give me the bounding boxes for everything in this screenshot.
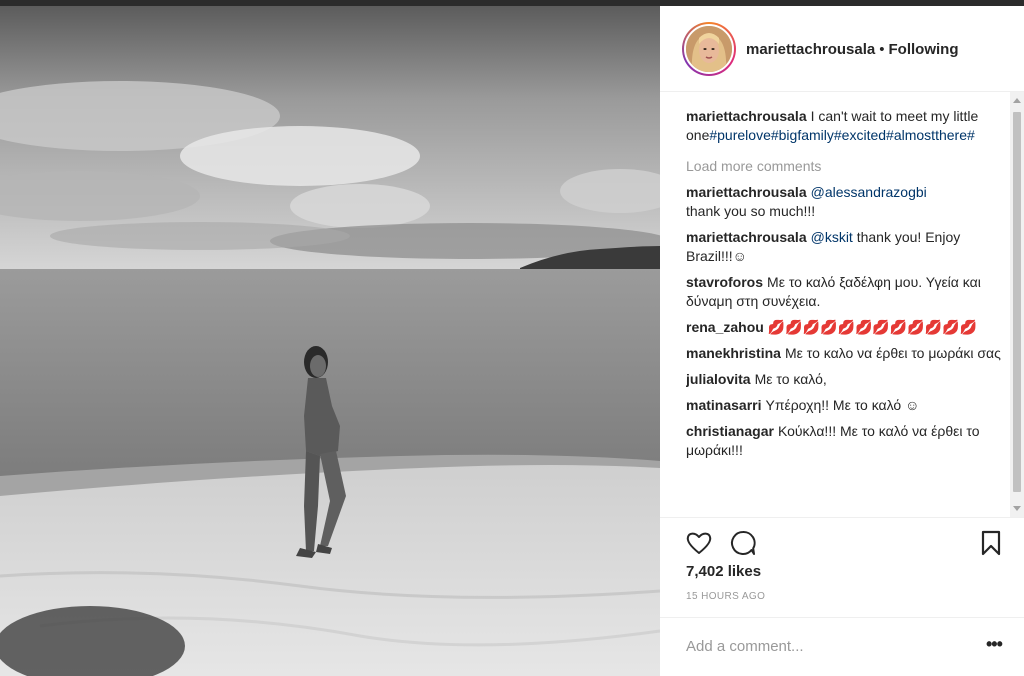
header-separator: • [879,41,885,58]
comment-item: mariettachrousala @alessandrazogbi thank y… [686,183,1006,221]
comment-text: Με το καλο να έρθει το μωράκι σας [784,345,1001,361]
hashtag-link[interactable]: # [967,127,975,143]
scrollbar-thumb[interactable] [1013,112,1021,492]
likes-count[interactable]: 7,402 likes [686,563,761,580]
post-timestamp[interactable]: 15 HOURS AGO [686,591,765,602]
header-username-line: mariettachrousala • Following [746,41,958,58]
avatar-image [684,24,734,74]
comment-username[interactable]: stavroforos [686,274,763,290]
comment-text: thank you so much!!! [686,203,816,219]
comments-scrollbar[interactable] [1010,92,1024,517]
comment-item: christianagar Κούκλα!!! Με το καλό να έρθ… [686,422,1006,460]
post-photo[interactable] [0,6,660,676]
post-actions-bar [660,517,1024,567]
hashtag-link[interactable]: #almostthere [886,127,967,143]
more-options-icon[interactable]: ••• [986,634,1006,658]
comment-username[interactable]: matinasarri [686,397,761,413]
save-button[interactable] [976,528,1006,558]
comment-item: manekhristina Με το καλο να έρθει το μωρά… [686,344,1006,363]
comment-username[interactable]: mariettachrousala [686,184,807,200]
hashtag-link[interactable]: #bigfamily [771,127,834,143]
beach-photo-image [0,6,660,676]
comment-username[interactable]: christianagar [686,423,774,439]
comment-item: stavroforos Με το καλό ξαδέλφη μου. Υγεία… [686,273,1006,311]
comment-username[interactable]: manekhristina [686,345,781,361]
load-more-comments-button[interactable]: Load more comments [686,157,1006,176]
add-comment-section: ••• [660,617,1024,676]
bookmark-icon [981,530,1001,556]
comment-text: Υπέροχη!! Με το καλό ☺ [765,397,920,413]
comment-text: Με το καλό, [754,371,827,387]
comment-item: mariettachrousala @kskit thank you! Enjoy… [686,228,1006,266]
following-button[interactable]: Following [889,41,959,58]
speech-bubble-icon [731,531,756,555]
comment-button[interactable] [728,528,758,558]
comment-item: matinasarri Υπέροχη!! Με το καλό ☺ [686,396,1006,415]
comment-username[interactable]: julialovita [686,371,751,387]
comments-list: mariettachrousala I can't wait to meet my… [686,107,1006,515]
post-header: mariettachrousala • Following [660,6,1024,92]
post-author-username[interactable]: mariettachrousala [746,41,875,58]
scroll-up-arrow-icon[interactable] [1013,98,1021,103]
comment-item: rena_zahou 💋💋💋💋💋💋💋💋💋💋💋💋 [686,318,1006,337]
comment-mention[interactable]: @kskit [811,229,853,245]
comment-mention[interactable]: @alessandrazogbi [811,184,927,200]
like-button[interactable] [684,528,714,558]
avatar[interactable] [682,22,736,76]
post-side-panel: mariettachrousala • Following mariettachro… [660,6,1024,676]
add-comment-input[interactable] [686,634,966,658]
heart-icon [686,532,712,554]
comment-username[interactable]: rena_zahou [686,319,764,335]
comment-text: 💋💋💋💋💋💋💋💋💋💋💋💋 [767,319,977,335]
scroll-down-arrow-icon[interactable] [1013,506,1021,511]
post-caption: mariettachrousala I can't wait to meet my… [686,107,1006,145]
caption-username[interactable]: mariettachrousala [686,108,807,124]
hashtag-link[interactable]: #purelove [709,127,771,143]
hashtag-link[interactable]: #excited [834,127,886,143]
comment-username[interactable]: mariettachrousala [686,229,807,245]
comment-item: julialovita Με το καλό, [686,370,1006,389]
